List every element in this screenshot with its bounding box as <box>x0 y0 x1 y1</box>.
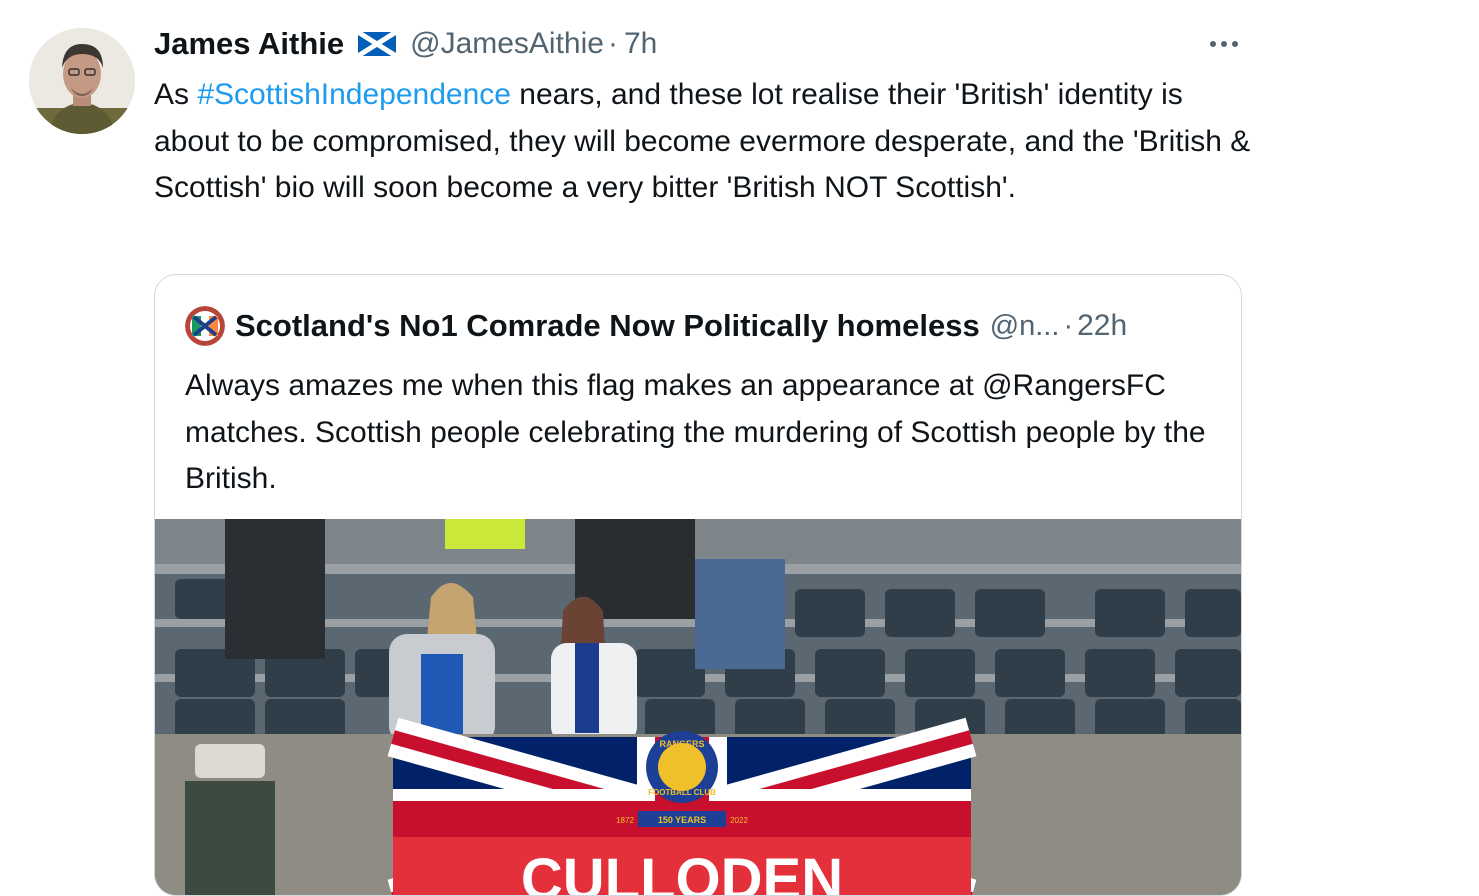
quote-author-handle[interactable]: @n... <box>990 310 1060 343</box>
quoted-tweet[interactable]: Scotland's No1 Comrade Now Politically h… <box>154 274 1242 896</box>
quote-header: Scotland's No1 Comrade Now Politically h… <box>185 305 1127 347</box>
tweet-header: James Aithie @JamesAithie · 7h <box>154 22 657 66</box>
separator-dot: · <box>607 27 618 60</box>
crest-top-text: RANGERS <box>659 739 704 749</box>
quote-author-avatar[interactable] <box>185 306 225 346</box>
stadium-photo: RANGERS FOOTBALL CLUB 150 YEARS 1872 202… <box>155 519 1241 896</box>
crest-bottom-text: FOOTBALL CLUB <box>648 788 716 797</box>
quote-media-image[interactable]: RANGERS FOOTBALL CLUB 150 YEARS 1872 202… <box>155 519 1241 896</box>
scotland-flag-icon <box>356 29 398 59</box>
hashtag-link[interactable]: #ScottishIndependence <box>197 78 511 111</box>
crest-banner-text: 150 YEARS <box>658 815 706 825</box>
quote-author-name[interactable]: Scotland's No1 Comrade Now Politically h… <box>235 308 980 344</box>
flag-text: CULLODEN <box>521 847 843 896</box>
tweet-text-start: As <box>154 78 198 111</box>
author-avatar[interactable] <box>29 28 135 134</box>
author-name[interactable]: James Aithie <box>154 26 344 62</box>
crest-year-right: 2022 <box>730 816 748 825</box>
crest-year-left: 1872 <box>616 816 634 825</box>
quote-time[interactable]: 22h <box>1077 309 1127 343</box>
tweet-time[interactable]: 7h <box>624 27 657 61</box>
tweet[interactable]: James Aithie @JamesAithie · 7h As #Scott… <box>0 0 1479 896</box>
quote-text: Always amazes me when this flag makes an… <box>185 369 1206 495</box>
union-flag: RANGERS FOOTBALL CLUB 150 YEARS 1872 202… <box>387 717 977 896</box>
quote-separator-dot: · <box>1063 309 1074 342</box>
more-horizontal-icon[interactable] <box>1206 30 1242 58</box>
avatar-photo <box>29 28 135 134</box>
author-handle[interactable]: @JamesAithie <box>410 27 604 61</box>
tweet-text: As #ScottishIndependence nears, and thes… <box>154 72 1264 212</box>
